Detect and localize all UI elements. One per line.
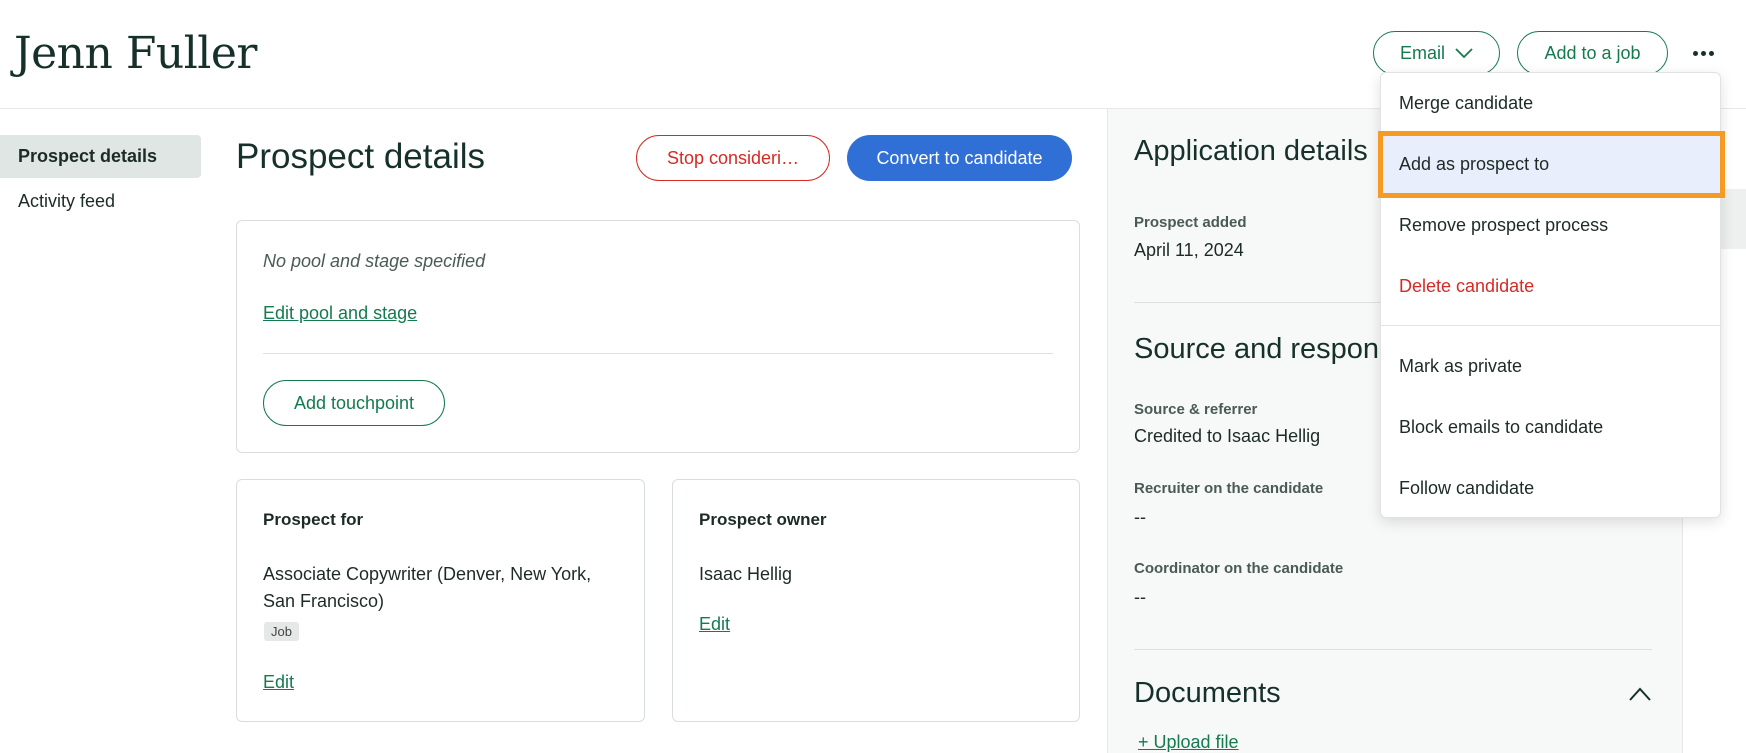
menu-item-remove-prospect-process[interactable]: Remove prospect process [1381, 195, 1722, 256]
more-options-icon[interactable] [1688, 38, 1718, 68]
email-button-label: Email [1399, 42, 1445, 63]
prospect-owner-name: Isaac Hellig [699, 564, 793, 584]
nav-activity-feed[interactable]: Activity feed [0, 180, 201, 223]
nav-prospect-details[interactable]: Prospect details [0, 135, 201, 178]
recruiter-label: Recruiter on the candidate [1134, 480, 1324, 497]
divider [1134, 649, 1652, 650]
chevron-down-icon [1455, 47, 1473, 58]
edit-pool-stage-link[interactable]: Edit pool and stage [263, 303, 417, 324]
prospect-added-value: April 11, 2024 [1134, 240, 1244, 260]
coordinator-value: -- [1134, 587, 1146, 607]
prospect-for-card: Prospect for Associate Copywriter (Denve… [236, 479, 645, 722]
chevron-up-icon[interactable] [1629, 687, 1651, 701]
coordinator-label: Coordinator on the candidate [1134, 560, 1344, 577]
recruiter-value: -- [1134, 507, 1146, 527]
menu-item-merge-candidate[interactable]: Merge candidate [1381, 73, 1722, 134]
prospect-owner-heading: Prospect owner [699, 510, 827, 529]
menu-item-mark-private[interactable]: Mark as private [1381, 336, 1722, 397]
upload-file-link[interactable]: + Upload file [1138, 732, 1239, 753]
divider [263, 353, 1053, 354]
candidate-name: Jenn Fuller [14, 28, 257, 79]
prospect-added-label: Prospect added [1134, 214, 1247, 231]
add-touchpoint-button[interactable]: Add touchpoint [263, 380, 445, 426]
source-responsibility-title: Source and responsi [1134, 333, 1400, 365]
menu-item-block-emails[interactable]: Block emails to candidate [1381, 397, 1722, 458]
add-to-job-button[interactable]: Add to a job [1517, 31, 1668, 75]
pool-stage-card: No pool and stage specified Edit pool an… [236, 220, 1080, 453]
menu-separator [1381, 325, 1722, 326]
edit-prospect-owner-link[interactable]: Edit [699, 614, 730, 635]
email-button[interactable]: Email [1373, 31, 1500, 75]
source-referrer-label: Source & referrer [1134, 401, 1258, 418]
convert-to-candidate-button[interactable]: Convert to candidate [847, 135, 1072, 181]
candidate-page: Jenn Fuller Email Add to a job Prospect … [0, 0, 1746, 753]
menu-item-add-as-prospect[interactable]: Add as prospect to [1378, 131, 1725, 198]
pool-stage-text: No pool and stage specified [263, 251, 486, 271]
source-referrer-value: Credited to Isaac Hellig [1134, 426, 1321, 446]
prospect-for-heading: Prospect for [263, 510, 364, 529]
menu-item-delete-candidate[interactable]: Delete candidate [1381, 256, 1722, 317]
job-badge: Job [264, 622, 299, 641]
prospect-for-job: Associate Copywriter (Denver, New York, … [263, 564, 592, 611]
edit-prospect-for-link[interactable]: Edit [263, 672, 294, 693]
prospect-owner-card: Prospect owner Isaac Hellig Edit [672, 479, 1080, 722]
page-title: Prospect details [236, 137, 486, 176]
menu-item-follow-candidate[interactable]: Follow candidate [1381, 458, 1722, 519]
stop-considering-button[interactable]: Stop consideri… [636, 135, 830, 181]
documents-title: Documents [1134, 677, 1281, 709]
more-options-menu: Merge candidate Add as prospect to Remov… [1378, 72, 1725, 519]
application-details-title: Application details [1134, 135, 1368, 167]
